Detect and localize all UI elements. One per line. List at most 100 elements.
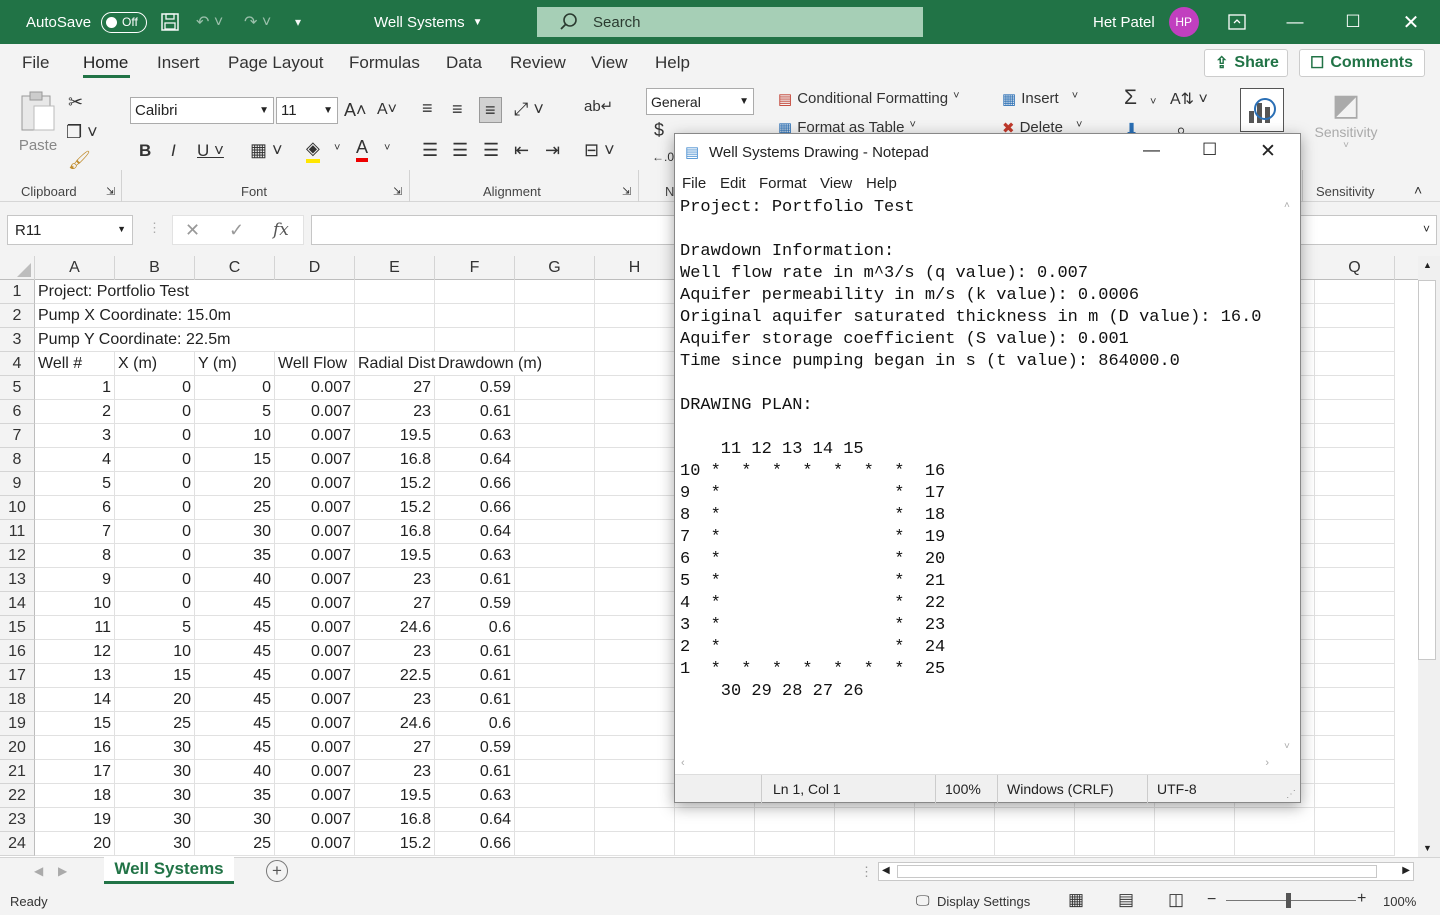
cell[interactable]	[515, 592, 595, 616]
cell[interactable]: 0	[115, 520, 195, 544]
display-settings-icon[interactable]: 🖵	[916, 892, 930, 909]
row-header[interactable]: 18	[0, 688, 35, 712]
analyze-data-button[interactable]	[1240, 88, 1284, 132]
wrap-text-icon[interactable]: ab↵	[584, 97, 613, 117]
cell[interactable]: 24.6	[355, 616, 435, 640]
cell[interactable]	[1315, 640, 1395, 664]
cell[interactable]	[1315, 376, 1395, 400]
cell[interactable]: 0.007	[275, 832, 355, 856]
paste-button[interactable]: Paste	[18, 90, 58, 160]
cell[interactable]: 23	[355, 688, 435, 712]
cell[interactable]	[1315, 616, 1395, 640]
cell[interactable]: 0.61	[435, 664, 515, 688]
align-right-icon[interactable]: ☰	[483, 140, 499, 160]
notepad-close-button[interactable]: ✕	[1260, 140, 1276, 163]
row-header[interactable]: 15	[0, 616, 35, 640]
cell[interactable]: 0.007	[275, 760, 355, 784]
sort-filter-icon[interactable]: A⇅ ˅	[1170, 90, 1208, 110]
cell[interactable]: 0.007	[275, 496, 355, 520]
cell[interactable]	[1155, 808, 1235, 832]
cell[interactable]	[595, 808, 675, 832]
cell[interactable]: 30	[115, 808, 195, 832]
column-header-h[interactable]: H	[595, 256, 675, 280]
cell[interactable]: 11	[35, 616, 115, 640]
cell[interactable]	[1315, 688, 1395, 712]
currency-icon[interactable]: $	[654, 120, 664, 141]
cell[interactable]: 0.59	[435, 592, 515, 616]
merge-center-icon[interactable]: ⊟ ˅	[584, 140, 615, 160]
cell[interactable]: 2	[35, 400, 115, 424]
row-header[interactable]: 17	[0, 664, 35, 688]
cell[interactable]	[515, 376, 595, 400]
cell[interactable]: 15.2	[355, 832, 435, 856]
cell[interactable]: 27	[355, 736, 435, 760]
cell[interactable]	[515, 832, 595, 856]
cell[interactable]	[595, 568, 675, 592]
cell[interactable]: 0.007	[275, 472, 355, 496]
row-header[interactable]: 16	[0, 640, 35, 664]
increase-font-size-icon[interactable]: A˄	[344, 100, 367, 121]
number-format-select[interactable]: General ▼	[646, 88, 754, 115]
cell[interactable]	[1315, 760, 1395, 784]
cell[interactable]	[595, 544, 675, 568]
sensitivity-button[interactable]: ◩ Sensitivity ˅	[1314, 88, 1378, 151]
decrease-decimal-icon[interactable]: ←.0	[652, 150, 674, 164]
cell[interactable]	[1315, 496, 1395, 520]
cell[interactable]	[595, 472, 675, 496]
cell[interactable]	[515, 304, 595, 328]
cell[interactable]: 0.66	[435, 832, 515, 856]
cell[interactable]	[1315, 808, 1395, 832]
cell[interactable]: 0.66	[435, 496, 515, 520]
cell[interactable]	[595, 784, 675, 808]
tab-insert[interactable]: Insert	[157, 53, 200, 73]
cell[interactable]: Project: Portfolio Test	[35, 280, 189, 304]
cell[interactable]	[515, 736, 595, 760]
cell[interactable]: Y (m)	[195, 352, 275, 376]
cell[interactable]	[995, 808, 1075, 832]
cell[interactable]: 0.64	[435, 448, 515, 472]
notepad-menu-edit[interactable]: Edit	[720, 175, 746, 192]
notepad-menu-view[interactable]: View	[820, 175, 852, 192]
cell[interactable]: 12	[35, 640, 115, 664]
cell[interactable]	[275, 280, 355, 304]
cell[interactable]: 0.007	[275, 400, 355, 424]
cell[interactable]: 0	[115, 472, 195, 496]
cell[interactable]: 30	[115, 784, 195, 808]
font-name-select[interactable]: Calibri ▼	[130, 97, 274, 124]
cell[interactable]	[755, 808, 835, 832]
cell[interactable]	[595, 376, 675, 400]
cell[interactable]: 0	[115, 424, 195, 448]
cell[interactable]: 19	[35, 808, 115, 832]
cell[interactable]	[275, 328, 355, 352]
cell[interactable]: 27	[355, 376, 435, 400]
cell[interactable]: 13	[35, 664, 115, 688]
cell[interactable]: Well #	[35, 352, 115, 376]
close-button[interactable]: ✕	[1382, 0, 1440, 44]
cell[interactable]: Drawdown (m)	[435, 352, 542, 376]
cut-icon[interactable]: ✂	[68, 92, 83, 112]
tab-formulas[interactable]: Formulas	[349, 53, 420, 73]
cell[interactable]	[595, 520, 675, 544]
cell[interactable]	[675, 832, 755, 856]
cell[interactable]: 15	[35, 712, 115, 736]
display-settings-label[interactable]: Display Settings	[937, 894, 1030, 909]
cell[interactable]	[515, 808, 595, 832]
row-header[interactable]: 20	[0, 736, 35, 760]
conditional-formatting-button[interactable]: ▤ Conditional Formatting ˅	[778, 90, 960, 108]
cell[interactable]: 45	[195, 736, 275, 760]
row-header[interactable]: 6	[0, 400, 35, 424]
cell[interactable]	[1315, 664, 1395, 688]
cell[interactable]: 0.64	[435, 808, 515, 832]
select-all-corner[interactable]	[0, 256, 35, 280]
cell[interactable]	[1315, 520, 1395, 544]
add-sheet-icon[interactable]: +	[266, 860, 288, 882]
tab-page-layout[interactable]: Page Layout	[228, 53, 323, 73]
cell[interactable]	[515, 688, 595, 712]
cell[interactable]: Well Flow	[275, 352, 355, 376]
redo-icon[interactable]: ↷ ˅	[244, 0, 271, 44]
row-header[interactable]: 22	[0, 784, 35, 808]
cell[interactable]: 0	[115, 544, 195, 568]
notepad-menu-file[interactable]: File	[682, 175, 706, 192]
cell[interactable]: 24.6	[355, 712, 435, 736]
font-size-select[interactable]: 11 ▼	[276, 97, 338, 124]
